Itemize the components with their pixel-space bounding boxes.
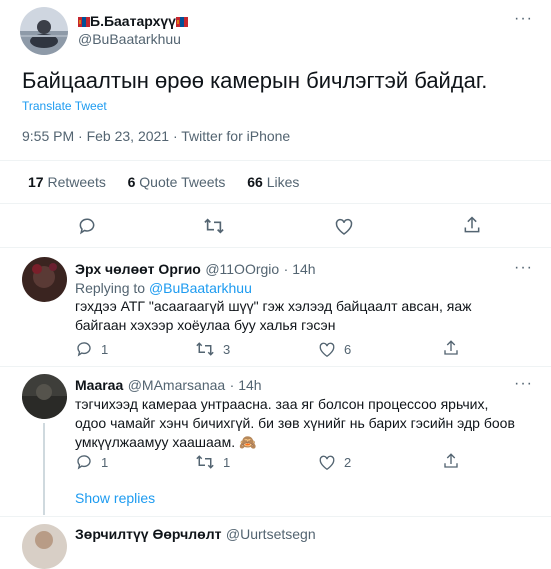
reply-header: Maaraa @MAmarsanaa · 14h [75,377,262,395]
likes-count: 66 [247,174,263,190]
retweet-count: 1 [223,455,231,470]
likes-label: Likes [266,174,300,190]
divider [0,516,551,517]
quote-label: Quote Tweets [139,174,226,190]
share-icon[interactable] [442,339,460,357]
divider [0,203,551,204]
retweets-stat[interactable]: 17 Retweets [28,174,110,190]
replying-to-label: Replying to [75,280,146,296]
retweet-count: 3 [223,342,231,357]
mongolia-flag-icon [175,14,188,27]
author-handle[interactable]: @BuBaatarkhuu [78,31,181,47]
reply-time[interactable]: · 14h [230,377,262,393]
like-count: 2 [344,455,352,470]
show-replies-link[interactable]: Show replies [75,490,155,506]
reply-text: тэгчихээд камераа унтраасна. заа яг болс… [75,396,515,450]
like-icon[interactable] [318,454,336,471]
reply-count: 1 [101,342,109,357]
quote-tweets-stat[interactable]: 6 Quote Tweets [128,174,230,190]
reply-text: гэхдээ АТГ "асаагаагүй шүү" гэж хэлээд б… [75,298,472,333]
divider [0,160,551,161]
more-options-icon[interactable]: ··· [514,10,533,28]
reply-avatar[interactable] [22,524,67,569]
reply-avatar[interactable] [22,257,67,302]
replying-to: Replying to @BuBaatarkhuu [75,280,252,296]
reply-icon[interactable] [77,216,97,236]
reply-author-handle[interactable]: @Uurtsetsegn [226,526,316,542]
divider [0,247,551,248]
like-count: 6 [344,342,352,357]
reply-author-name[interactable]: Maaraa [75,377,123,393]
reply-author-name[interactable]: Зөрчилтүү Өөрчлөлт [75,526,221,542]
share-icon[interactable] [442,452,460,470]
retweets-label: Retweets [47,174,106,190]
tweet-meta[interactable]: 9:55 PM · Feb 23, 2021 · Twitter for iPh… [22,128,290,144]
reply-avatar[interactable] [22,374,67,419]
reply-icon[interactable] [75,453,93,471]
author-avatar[interactable] [20,7,68,55]
tweet-text: Байцаалтын өрөө камерын бичлэгтэй байдаг… [22,68,488,93]
reply-time[interactable]: · 14h [284,261,316,277]
thread-line [43,423,45,515]
author-name[interactable]: Б.Баатархүү [78,13,188,29]
tweet-stats: 17 Retweets 6 Quote Tweets 66 Likes [28,174,299,190]
likes-stat[interactable]: 66 Likes [247,174,299,190]
retweet-icon[interactable] [195,453,215,471]
reply-more-icon[interactable]: ··· [514,259,533,277]
reply-author-name[interactable]: Эрх чөлөөт Оргио [75,261,201,277]
reply-header: Эрх чөлөөт Оргио @11OOrgio · 14h [75,261,316,279]
reply-header: Зөрчилтүү Өөрчлөлт @Uurtsetsegn [75,526,316,544]
retweet-icon[interactable] [203,216,225,236]
like-icon[interactable] [318,341,336,358]
retweet-icon[interactable] [195,340,215,358]
quote-count: 6 [127,174,136,190]
retweets-count: 17 [28,174,44,190]
replying-to-handle[interactable]: @BuBaatarkhuu [149,280,252,296]
like-icon[interactable] [334,217,354,236]
reply-more-icon[interactable]: ··· [514,375,533,393]
reply-author-handle[interactable]: @11OOrgio [205,261,279,277]
translate-tweet-link[interactable]: Translate Tweet [22,99,107,113]
reply-icon[interactable] [75,340,93,358]
share-icon[interactable] [462,215,482,235]
reply-count: 1 [101,455,109,470]
divider [0,366,551,367]
reply-author-handle[interactable]: @MAmarsanaa [128,377,225,393]
mongolia-flag-icon [78,14,90,27]
author-name-text: Б.Баатархүү [90,13,176,29]
